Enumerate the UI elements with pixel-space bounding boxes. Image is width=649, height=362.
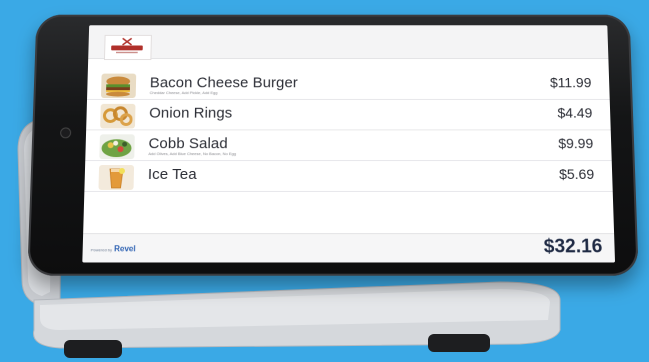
restaurant-logo [103, 34, 152, 61]
order-item-ice-tea[interactable]: Ice Tea $5.69 [84, 161, 613, 192]
item-price: $11.99 [549, 74, 592, 91]
item-modifiers: Cheddar Cheese, Add Pickle, Add Egg [149, 90, 218, 96]
item-name: Ice Tea [147, 166, 197, 183]
tablet-device: Bacon Cheese Burger Cheddar Cheese, Add … [27, 14, 639, 276]
item-price: $9.99 [558, 135, 594, 152]
restaurant-logo-icon [111, 38, 143, 54]
onion-rings-thumbnail-icon [100, 103, 136, 129]
item-price: $5.69 [558, 166, 595, 182]
screen-header [88, 25, 609, 61]
item-modifiers: Add Olives, Add Blue Cheese, No Bacon, N… [148, 151, 237, 157]
revel-brand: Revel [113, 244, 136, 254]
home-button[interactable] [59, 127, 72, 139]
item-price: $4.49 [557, 104, 593, 121]
powered-by-text: Powered by [90, 247, 113, 253]
powered-by-label: Powered by Revel [91, 244, 136, 253]
stand-foot-left [64, 340, 122, 358]
iced-tea-thumbnail-icon [98, 165, 135, 190]
screen-footer: Powered by Revel $32.16 [82, 233, 616, 263]
order-item-bacon-cheese-burger[interactable]: Bacon Cheese Burger Cheddar Cheese, Add … [87, 69, 610, 100]
item-name: Cobb Salad [148, 135, 228, 153]
order-total: $32.16 [543, 236, 603, 258]
order-item-cobb-salad[interactable]: Cobb Salad Add Olives, Add Blue Cheese, … [85, 130, 612, 162]
item-name: Onion Rings [149, 104, 233, 122]
scene: Bacon Cheese Burger Cheddar Cheese, Add … [0, 0, 649, 362]
item-name: Bacon Cheese Burger [149, 74, 298, 92]
salad-thumbnail-icon [99, 134, 135, 160]
customer-display-screen: Bacon Cheese Burger Cheddar Cheese, Add … [82, 25, 616, 263]
order-item-onion-rings[interactable]: Onion Rings $4.49 [86, 99, 611, 131]
burger-thumbnail-icon [100, 73, 137, 98]
stand-foot-right [428, 334, 490, 352]
